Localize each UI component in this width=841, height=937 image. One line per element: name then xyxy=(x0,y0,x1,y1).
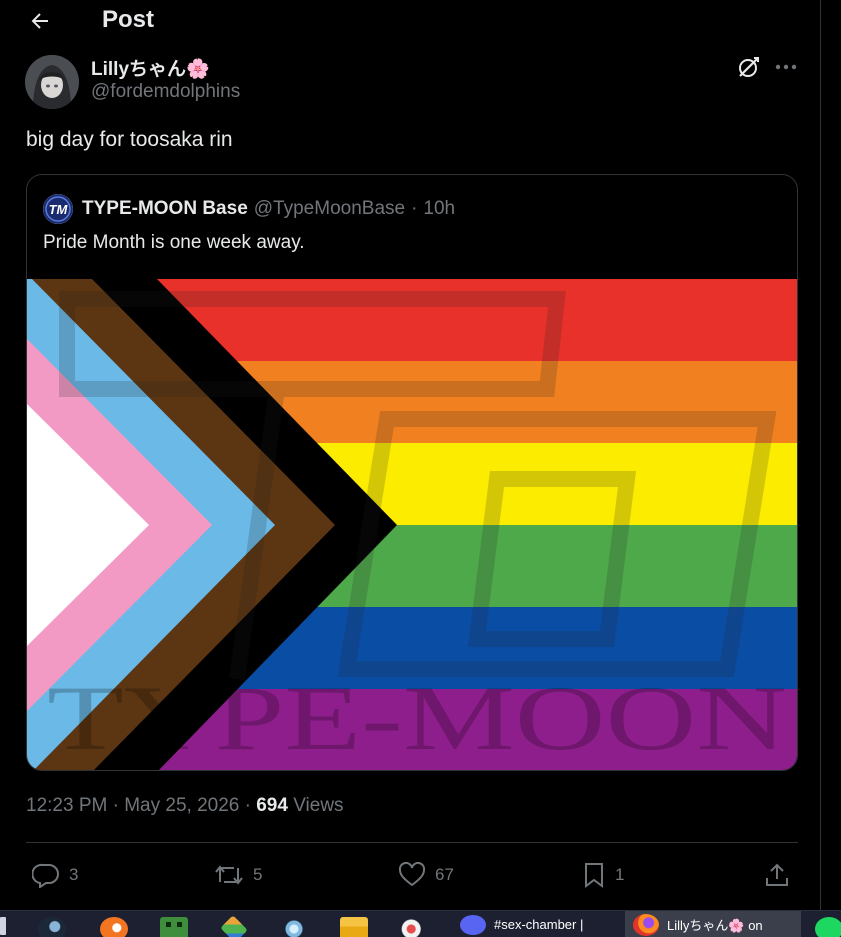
repost-button[interactable]: 5 xyxy=(214,860,262,890)
typemoon-logo-icon: TM xyxy=(43,194,73,224)
file-explorer-icon[interactable] xyxy=(340,917,368,937)
bookmark-button[interactable]: 1 xyxy=(582,860,624,890)
steam-icon[interactable] xyxy=(38,917,66,937)
views-label: Views xyxy=(287,795,344,816)
quoted-post-header: TM TYPE-MOON Base @TypeMoonBase · 10h xyxy=(43,194,455,224)
reply-count: 3 xyxy=(69,865,79,884)
watermark-text: TYPE-MOON xyxy=(47,667,787,769)
quoted-post[interactable]: TM TYPE-MOON Base @TypeMoonBase · 10h Pr… xyxy=(26,174,798,771)
author-avatar[interactable] xyxy=(25,55,79,109)
repost-icon xyxy=(215,865,243,885)
avatar-image xyxy=(25,55,79,109)
column-border xyxy=(820,0,821,910)
quoted-text: Pride Month is one week away. xyxy=(43,232,305,253)
spotify-icon[interactable] xyxy=(815,917,841,937)
like-button[interactable]: 67 xyxy=(398,860,454,890)
firefox-icon xyxy=(633,913,659,936)
divider xyxy=(26,842,798,843)
quoted-timestamp[interactable]: 10h xyxy=(423,198,455,220)
quoted-avatar[interactable]: TM xyxy=(43,194,73,224)
minecraft-icon[interactable] xyxy=(160,917,188,937)
share-button[interactable] xyxy=(764,860,790,890)
like-count: 67 xyxy=(435,865,454,884)
package-icon[interactable] xyxy=(220,915,248,937)
svg-text:TM: TM xyxy=(49,202,69,217)
post-timestamp[interactable]: 12:23 PM · May 25, 2026 · xyxy=(26,795,256,816)
paint-icon[interactable] xyxy=(400,917,428,937)
pride-flag-image[interactable]: TYPE-MOON xyxy=(27,279,797,770)
crunchyroll-icon[interactable] xyxy=(100,917,128,937)
taskbar-edge-icon[interactable] xyxy=(0,917,8,937)
grok-button[interactable] xyxy=(736,54,762,80)
post-metadata: 12:23 PM · May 25, 2026 · 694 Views xyxy=(26,795,344,817)
os-taskbar: #sex-chamber | Lillyちゃん🌸 on xyxy=(0,910,841,937)
taskbar-firefox-app[interactable]: Lillyちゃん🌸 on xyxy=(625,911,801,937)
page-title: Post xyxy=(102,6,155,33)
repost-count: 5 xyxy=(253,865,263,884)
post-text: big day for toosaka rin xyxy=(26,128,233,151)
heart-icon xyxy=(398,862,426,887)
post-header: Post xyxy=(0,0,820,42)
author-handle[interactable]: @fordemdolphins xyxy=(91,81,240,103)
snowflake-icon[interactable] xyxy=(280,917,308,937)
quoted-author-name[interactable]: TYPE-MOON Base xyxy=(82,198,248,220)
author-name[interactable]: Lillyちゃん🌸 xyxy=(91,54,210,81)
share-icon xyxy=(766,863,788,886)
bookmark-count: 1 xyxy=(615,865,625,884)
more-options-button[interactable] xyxy=(773,54,799,80)
reply-icon xyxy=(32,863,59,888)
back-arrow-icon xyxy=(31,13,48,29)
back-button[interactable] xyxy=(22,6,58,36)
ellipsis-icon xyxy=(775,64,797,70)
grok-icon xyxy=(739,57,759,77)
progress-pride-flag: TYPE-MOON xyxy=(27,279,797,770)
views-count: 694 xyxy=(256,795,288,816)
taskbar-discord-app[interactable]: #sex-chamber | xyxy=(452,911,617,937)
discord-icon xyxy=(460,914,486,935)
bookmark-icon xyxy=(585,863,603,888)
reply-button[interactable]: 3 xyxy=(32,860,78,890)
firefox-window-label: Lillyちゃん🌸 on xyxy=(667,918,763,933)
discord-window-label: #sex-chamber | xyxy=(494,917,584,932)
quoted-author-handle[interactable]: @TypeMoonBase xyxy=(254,198,405,220)
quoted-separator: · xyxy=(411,198,418,219)
